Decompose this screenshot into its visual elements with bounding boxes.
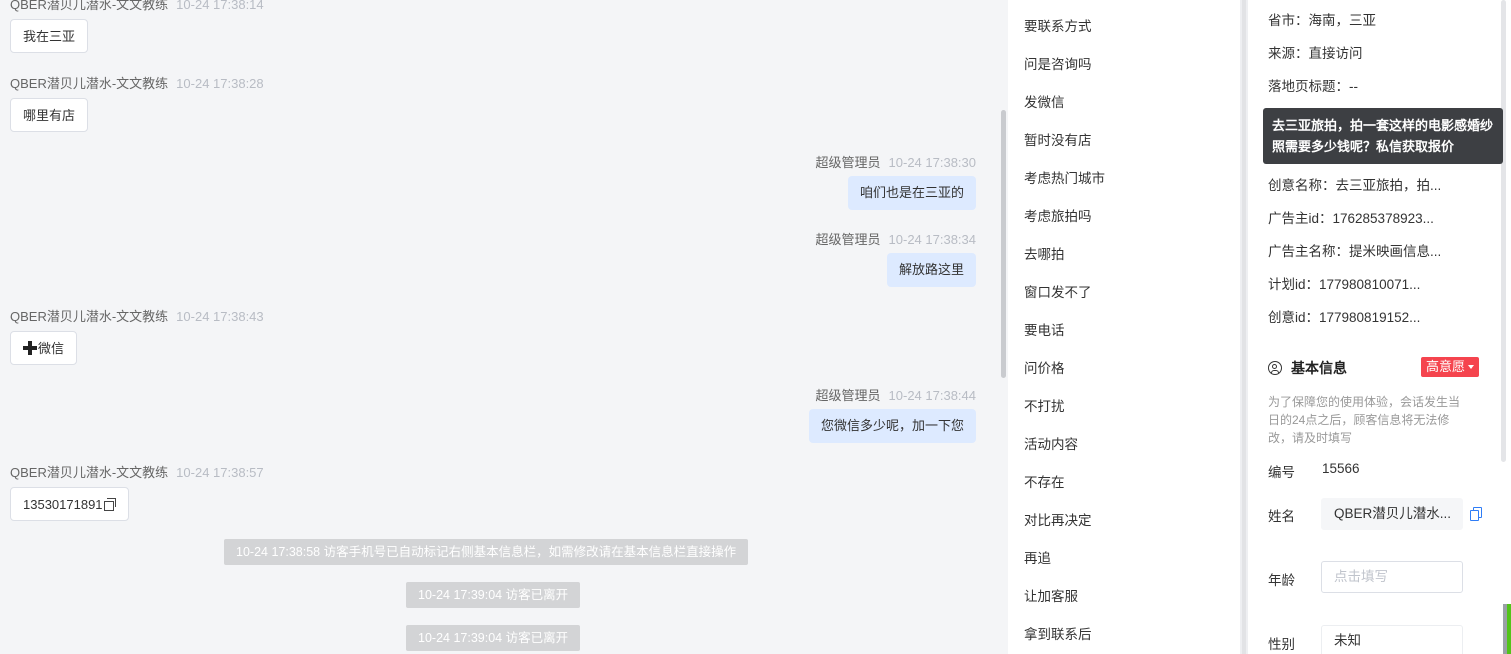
basic-info-title: 基本信息: [1268, 358, 1347, 378]
gender-select[interactable]: 未知: [1321, 625, 1463, 654]
status-strip: [1507, 604, 1511, 654]
message-header: QBER潜贝儿潜水-文文教练 10-24 17:38:14: [10, 0, 264, 13]
message-bubble: 13530171891: [10, 487, 129, 521]
message-header: QBER潜贝儿潜水-文文教练 10-24 17:38:43: [10, 306, 264, 325]
age-input[interactable]: 点击填写: [1321, 561, 1463, 593]
message-header: 超级管理员 10-24 17:38:34: [816, 229, 976, 248]
quick-reply-item[interactable]: 问价格: [1024, 357, 1065, 377]
message-time: 10-24 17:38:14: [176, 0, 264, 12]
sender-name: QBER潜贝儿潜水-文文教练: [10, 309, 169, 324]
quick-reply-item[interactable]: 活动内容: [1024, 433, 1078, 453]
quick-reply-item[interactable]: 暂时没有店: [1024, 129, 1092, 149]
sender-name: 超级管理员: [815, 388, 881, 403]
message-bubble: 解放路这里: [886, 253, 976, 287]
message-header: 超级管理员 10-24 17:38:44: [816, 385, 976, 404]
quick-reply-item[interactable]: 让加客服: [1024, 585, 1078, 605]
sender-name: QBER潜贝儿潜水-文文教练: [10, 465, 169, 480]
message-bubble: 哪里有店: [10, 98, 89, 132]
message-time: 10-24 17:38:28: [176, 76, 264, 91]
system-notice: 10-24 17:39:04 访客已离开: [406, 625, 581, 651]
user-icon: [1268, 361, 1282, 375]
section-title-text: 基本信息: [1291, 360, 1347, 376]
message-bubble: 我在三亚: [10, 19, 89, 53]
chat-area: QBER潜贝儿潜水-文文教练 10-24 17:38:14 我在三亚 QBER潜贝…: [0, 0, 1000, 654]
info-row-creative-name[interactable]: 创意名称：去三亚旅拍，拍...: [1268, 174, 1441, 194]
quick-reply-item[interactable]: 考虑旅拍吗: [1024, 205, 1092, 225]
intent-dropdown[interactable]: 高意愿: [1421, 357, 1480, 377]
name-label: 姓名: [1268, 509, 1295, 524]
info-row-advertiser-name[interactable]: 广告主名称：提米映画信息...: [1268, 240, 1441, 260]
message-time: 10-24 17:38:43: [176, 309, 264, 324]
sender-name: QBER潜贝儿潜水-文文教练: [10, 0, 169, 12]
visitor-info-panel: 省市：海南，三亚 来源：直接访问 落地页标题：-- 创意名称：去三亚旅拍，拍..…: [1248, 0, 1511, 654]
caret-down-icon: [1468, 365, 1475, 369]
creative-name-tooltip: 去三亚旅拍，拍一套这样的电影感婚纱照需要多少钱呢？私信获取报价: [1263, 108, 1503, 164]
name-field[interactable]: QBER潜贝儿潜水...: [1321, 498, 1463, 530]
quick-reply-item[interactable]: 去哪拍: [1024, 243, 1065, 263]
quick-reply-item[interactable]: 要电话: [1024, 319, 1065, 339]
message-text: 微信: [38, 341, 65, 356]
plus-icon: [23, 341, 37, 355]
quick-reply-scrollbar[interactable]: [1242, 0, 1246, 654]
quick-reply-item[interactable]: 不存在: [1024, 471, 1065, 491]
quick-reply-item[interactable]: 不打扰: [1024, 395, 1065, 415]
message-header: QBER潜贝儿潜水-文文教练 10-24 17:38:28: [10, 73, 264, 92]
message-time: 10-24 17:38:44: [888, 388, 976, 403]
gender-label: 性别: [1268, 637, 1295, 652]
info-row-advertiser-id[interactable]: 广告主id：176285378923...: [1268, 207, 1434, 227]
age-label: 年龄: [1268, 573, 1295, 588]
message-bubble: 咱们也是在三亚的: [847, 176, 976, 210]
info-row-source: 来源：直接访问: [1268, 46, 1363, 61]
message-bubble: 您微信多少呢，加一下您: [808, 409, 976, 443]
quick-reply-item[interactable]: 对比再决定: [1024, 509, 1092, 529]
message-time: 10-24 17:38:57: [176, 465, 264, 480]
id-value: 15566: [1322, 461, 1360, 476]
sender-name: 超级管理员: [815, 232, 881, 247]
info-row-creative-id[interactable]: 创意id：177980819152...: [1268, 306, 1420, 326]
quick-reply-item[interactable]: 窗口发不了: [1024, 281, 1092, 301]
copy-icon[interactable]: [103, 498, 116, 511]
edit-notice: 为了保障您的使用体验，会话发生当日的24点之后，顾客信息将无法修改，请及时填写: [1268, 395, 1461, 445]
copy-icon[interactable]: [1470, 507, 1484, 521]
info-row-plan-id[interactable]: 计划id：177980810071...: [1268, 273, 1420, 293]
intent-label: 高意愿: [1426, 359, 1466, 374]
quick-reply-item[interactable]: 要联系方式: [1024, 15, 1092, 35]
system-notice: 10-24 17:38:58 访客手机号已自动标记右侧基本信息栏，如需修改请在基…: [224, 539, 749, 565]
message-header: 超级管理员 10-24 17:38:30: [816, 152, 976, 171]
phone-number: 13530171891: [23, 497, 103, 512]
quick-reply-item[interactable]: 发微信: [1024, 91, 1065, 111]
sender-name: QBER潜贝儿潜水-文文教练: [10, 76, 169, 91]
tooltip-arrow: [1384, 153, 1394, 159]
info-scrollbar[interactable]: [1501, 0, 1506, 462]
quick-reply-list: 要联系方式 问是咨询吗 发微信 暂时没有店 考虑热门城市 考虑旅拍吗 去哪拍 窗…: [1008, 0, 1240, 654]
quick-reply-item[interactable]: 考虑热门城市: [1024, 167, 1105, 187]
quick-reply-item[interactable]: 问是咨询吗: [1024, 53, 1092, 73]
id-label: 编号: [1268, 465, 1295, 480]
chat-scrollbar[interactable]: [1001, 110, 1006, 378]
message-time: 10-24 17:38:30: [888, 155, 976, 170]
message-time: 10-24 17:38:34: [888, 232, 976, 247]
info-row-province: 省市：海南，三亚: [1268, 13, 1376, 28]
quick-reply-item[interactable]: 拿到联系后: [1024, 623, 1092, 643]
message-header: QBER潜贝儿潜水-文文教练 10-24 17:38:57: [10, 462, 264, 481]
sender-name: 超级管理员: [815, 155, 881, 170]
system-notice: 10-24 17:39:04 访客已离开: [406, 582, 581, 608]
message-bubble: 微信: [10, 331, 78, 365]
quick-reply-item[interactable]: 再追: [1024, 547, 1051, 567]
info-row-landing-title: 落地页标题：--: [1268, 79, 1358, 94]
